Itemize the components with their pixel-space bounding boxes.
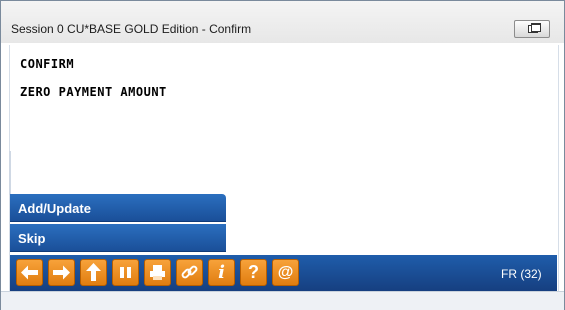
email-button[interactable]: @	[272, 259, 299, 286]
screen-heading: CONFIRM	[20, 57, 75, 71]
link-button[interactable]	[176, 259, 203, 286]
divider	[9, 151, 11, 195]
back-arrow-icon	[21, 265, 38, 280]
skip-label: Skip	[18, 231, 46, 246]
email-icon: @	[277, 264, 294, 281]
forward-button[interactable]	[48, 259, 75, 286]
skip-button[interactable]: Skip	[10, 224, 226, 252]
confirm-window: Session 0 CU*BASE GOLD Edition - Confirm…	[0, 0, 565, 310]
print-icon	[150, 265, 165, 280]
forward-arrow-icon	[53, 265, 70, 280]
up-button[interactable]	[80, 259, 107, 286]
title-bar: Session 0 CU*BASE GOLD Edition - Confirm	[1, 1, 564, 43]
help-button[interactable]: ?	[240, 259, 267, 286]
add-update-button[interactable]: Add/Update	[10, 194, 226, 222]
add-update-label: Add/Update	[18, 201, 91, 216]
pause-button[interactable]	[112, 259, 139, 286]
info-icon: i	[218, 262, 225, 283]
restore-window-button[interactable]	[514, 20, 550, 38]
screen-code: FR (32)	[501, 267, 542, 281]
window-title: Session 0 CU*BASE GOLD Edition - Confirm	[11, 22, 252, 36]
link-icon	[181, 265, 198, 279]
info-button[interactable]: i	[208, 259, 235, 286]
up-arrow-icon	[86, 263, 101, 281]
restore-icon-back	[531, 23, 541, 32]
back-button[interactable]	[16, 259, 43, 286]
print-button[interactable]	[144, 259, 171, 286]
pause-icon	[120, 267, 131, 278]
toolbar: i ? @ FR (32)	[10, 255, 557, 291]
status-bar	[1, 291, 564, 310]
message-text: ZERO PAYMENT AMOUNT	[20, 85, 167, 99]
help-icon: ?	[248, 262, 259, 282]
